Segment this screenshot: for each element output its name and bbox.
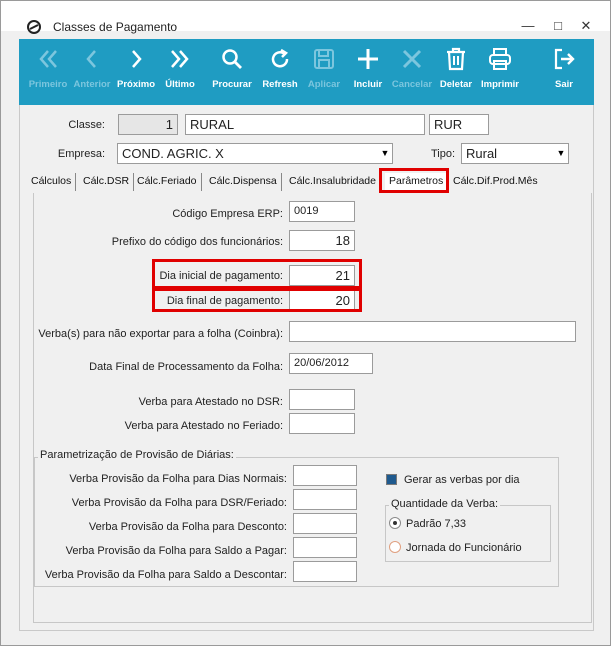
printer-icon [489, 48, 511, 70]
tab-calc-dsr[interactable]: Cálc.DSR [79, 173, 135, 191]
tab-calculos[interactable]: Cálculos [27, 173, 77, 191]
gerar-verbas-label: Gerar as verbas por dia [404, 474, 520, 486]
title-bar: Classes de Pagamento — □ ✕ [1, 1, 610, 34]
dias-normais-label: Verba Provisão da Folha para Dias Normai… [69, 473, 287, 485]
atestado-dsr-label: Verba para Atestado no DSR: [138, 396, 283, 408]
cancel-button[interactable]: Cancelar [389, 39, 435, 105]
tab-calc-dispensa[interactable]: Cálc.Dispensa [205, 173, 282, 191]
data-final-label: Data Final de Processamento da Folha: [89, 361, 283, 373]
tab-calc-dif-prod-mes[interactable]: Cálc.Dif.Prod.Mês [449, 173, 542, 191]
dia-final-highlight-box [152, 288, 362, 312]
classe-abbrev-field[interactable]: RUR [429, 114, 489, 135]
tab-calc-insalubridade[interactable]: Cálc.Insalubridade [285, 173, 381, 191]
dsr-feriado-field[interactable] [293, 489, 357, 510]
add-button[interactable]: Incluir [345, 39, 391, 105]
dias-normais-field[interactable] [293, 465, 357, 486]
previous-button[interactable]: Anterior [69, 39, 115, 105]
tipo-value: Rural [466, 146, 498, 161]
desconto-field[interactable] [293, 513, 357, 534]
dia-inicial-highlight-box [152, 259, 362, 289]
saldo-descontar-label: Verba Provisão da Folha para Saldo a Des… [44, 569, 287, 581]
app-icon [27, 20, 41, 34]
exit-icon [554, 48, 575, 70]
prefixo-label: Prefixo do código dos funcionários: [111, 236, 283, 248]
prefixo-field[interactable]: 18 [289, 230, 355, 251]
saldo-descontar-field[interactable] [293, 561, 357, 582]
jornada-radio[interactable] [389, 541, 401, 553]
empresa-label: Empresa: [57, 148, 105, 160]
codigo-empresa-label: Código Empresa ERP: [172, 208, 283, 220]
last-button[interactable]: Último [157, 39, 203, 105]
chevron-down-icon[interactable]: ▼ [378, 144, 392, 163]
padrao-radio[interactable] [389, 517, 401, 529]
data-final-field[interactable]: 20/06/2012 [289, 353, 373, 374]
print-button[interactable]: Imprimir [477, 39, 523, 105]
tipo-label: Tipo: [430, 148, 455, 160]
chevron-down-icon[interactable]: ▼ [554, 144, 568, 163]
close-window-button[interactable]: ✕ [579, 19, 593, 33]
chevron-right-icon [132, 50, 142, 68]
minimize-button[interactable]: — [521, 19, 535, 33]
window: Classes de Pagamento — □ ✕ Primeiro Ante… [0, 0, 611, 646]
double-chevron-right-icon [171, 50, 189, 68]
first-button[interactable]: Primeiro [23, 39, 73, 105]
classe-label: Classe: [68, 119, 105, 131]
refresh-icon [271, 48, 289, 68]
quantidade-group-title: Quantidade da Verba: [389, 498, 501, 510]
trash-icon [447, 47, 465, 71]
close-icon [402, 49, 422, 69]
gerar-verbas-checkbox[interactable] [386, 474, 397, 485]
classe-code-field[interactable]: 1 [118, 114, 178, 135]
window-title: Classes de Pagamento [53, 20, 178, 34]
atestado-dsr-field[interactable] [289, 389, 355, 410]
jornada-label: Jornada do Funcionário [406, 542, 522, 554]
tab-calc-feriado[interactable]: Cálc.Feriado [133, 173, 202, 191]
verbas-nao-exportar-label: Verba(s) para não exportar para a folha … [38, 328, 283, 340]
saldo-pagar-label: Verba Provisão da Folha para Saldo a Pag… [65, 545, 287, 557]
tipo-combo[interactable]: Rural ▼ [461, 143, 569, 164]
provisao-group-title: Parametrização de Provisão de Diárias: [38, 449, 236, 461]
chevron-left-icon [86, 50, 96, 68]
tab-highlight-box [379, 168, 449, 193]
apply-button[interactable]: Aplicar [301, 39, 347, 105]
atestado-feriado-label: Verba para Atestado no Feriado: [124, 420, 283, 432]
next-button[interactable]: Próximo [113, 39, 159, 105]
plus-icon [358, 49, 378, 69]
codigo-empresa-field[interactable]: 0019 [289, 201, 355, 222]
save-icon [314, 49, 334, 69]
exit-button[interactable]: Sair [541, 39, 587, 105]
maximize-button[interactable]: □ [551, 19, 565, 33]
delete-button[interactable]: Deletar [433, 39, 479, 105]
empresa-value: COND. AGRIC. X [122, 146, 224, 161]
atestado-feriado-field[interactable] [289, 413, 355, 434]
double-chevron-left-icon [39, 50, 57, 68]
padrao-label: Padrão 7,33 [406, 518, 466, 530]
verbas-nao-exportar-field[interactable] [289, 321, 576, 342]
saldo-pagar-field[interactable] [293, 537, 357, 558]
refresh-button[interactable]: Refresh [257, 39, 303, 105]
empresa-combo[interactable]: COND. AGRIC. X ▼ [117, 143, 393, 164]
search-icon [222, 49, 242, 69]
search-button[interactable]: Procurar [207, 39, 257, 105]
dsr-feriado-label: Verba Provisão da Folha para DSR/Feriado… [71, 497, 287, 509]
desconto-label: Verba Provisão da Folha para Desconto: [88, 521, 287, 533]
classe-name-field[interactable]: RURAL [185, 114, 425, 135]
toolbar: Primeiro Anterior Próximo Último Procura… [19, 39, 594, 105]
